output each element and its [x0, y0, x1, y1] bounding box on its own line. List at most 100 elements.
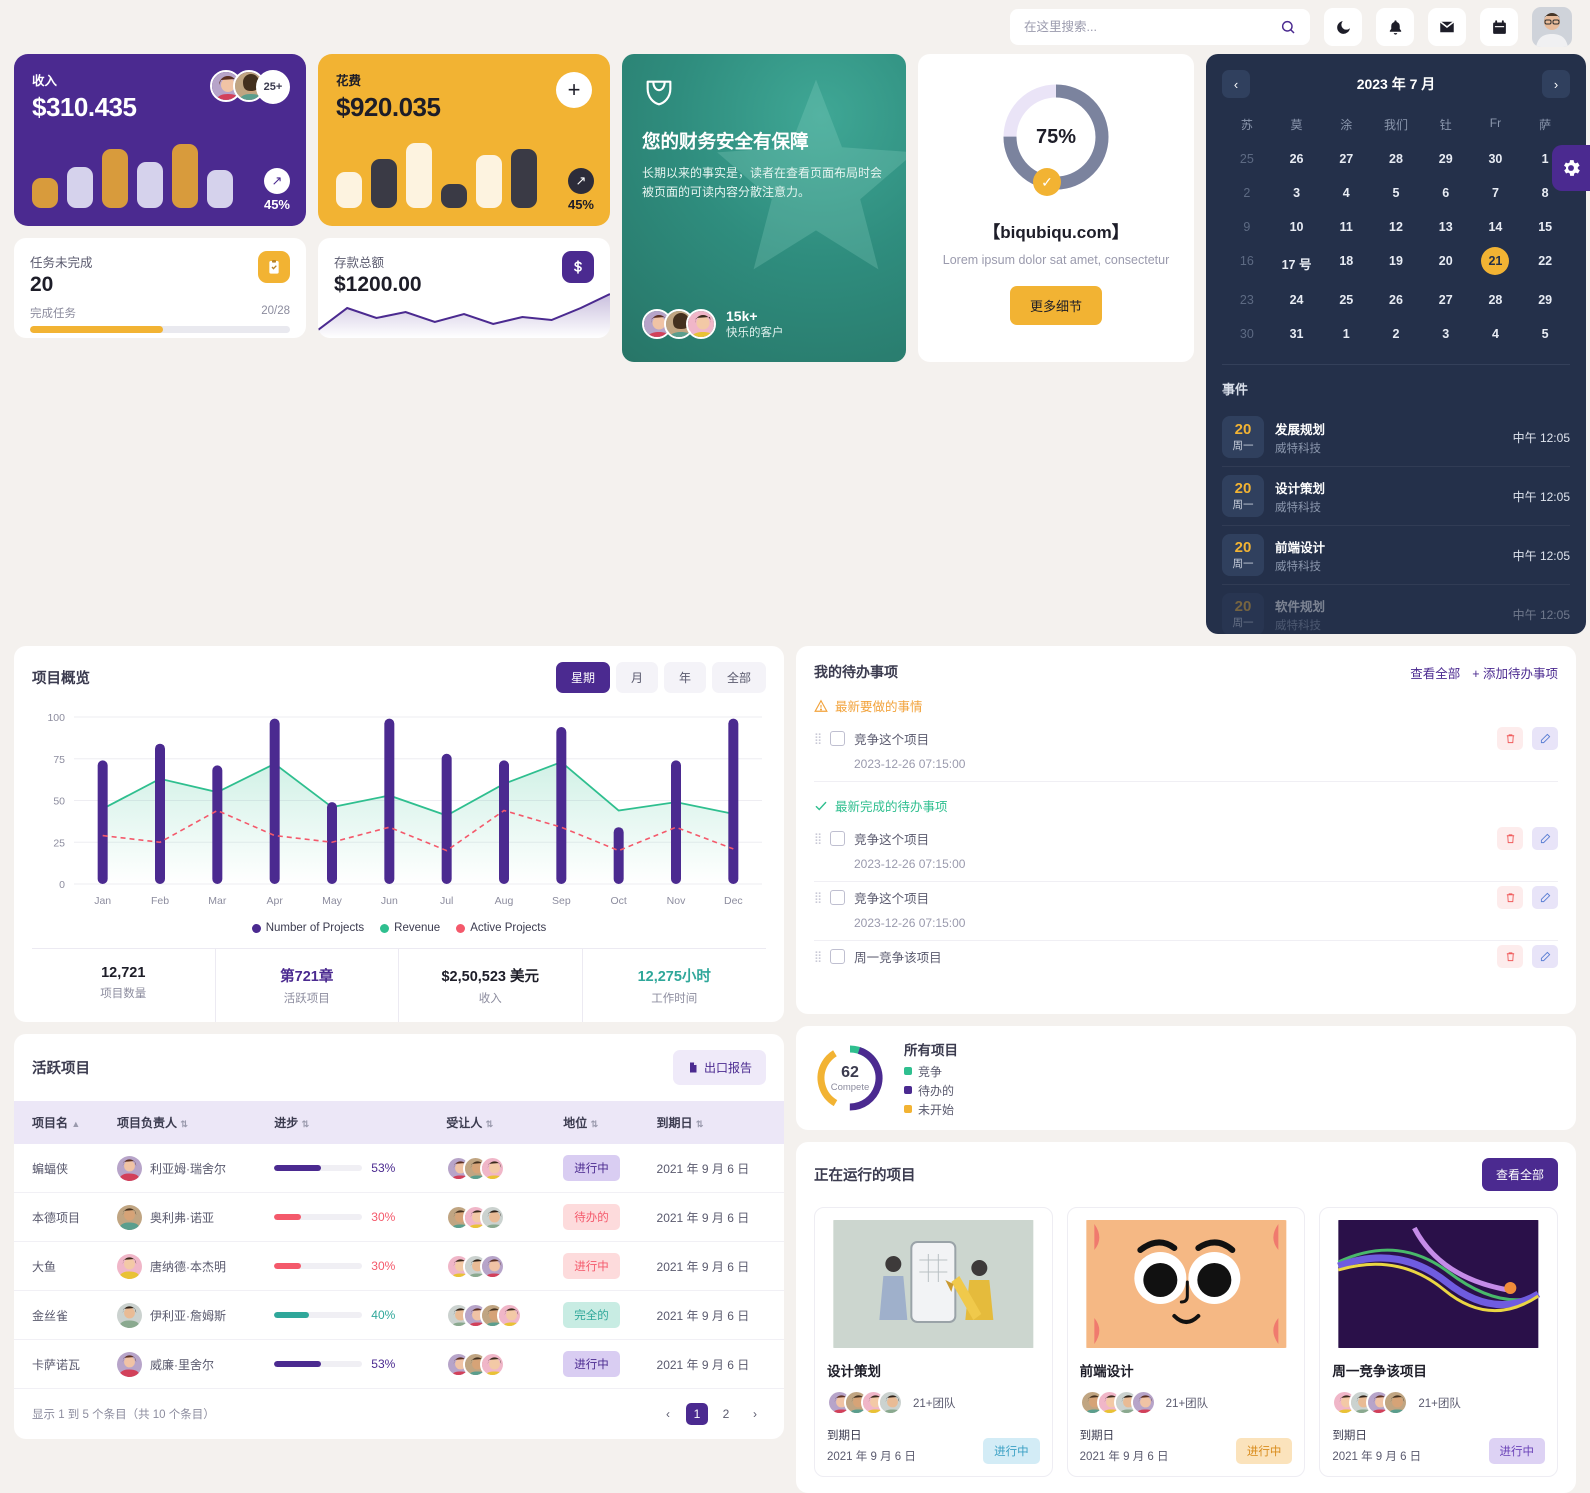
calendar-day[interactable]: 26 — [1371, 286, 1421, 314]
calendar-day[interactable]: 10 — [1272, 213, 1322, 241]
calendar-next-button[interactable]: › — [1541, 70, 1570, 98]
pagination-page[interactable]: 2 — [715, 1403, 737, 1425]
chart-tab[interactable]: 年 — [663, 662, 706, 693]
chart-tab[interactable]: 星期 — [555, 662, 610, 693]
trash-icon[interactable] — [1497, 727, 1523, 750]
pencil-icon[interactable] — [1532, 886, 1558, 909]
todo-checkbox[interactable] — [830, 831, 846, 846]
calendar-day[interactable]: 29 — [1421, 145, 1471, 173]
notifications-button[interactable] — [1376, 8, 1414, 46]
running-project-card[interactable]: 周一竞争该项目 21+团队 到期日 2021 年 9 月 6 日 进行中 — [1319, 1207, 1558, 1477]
calendar-day[interactable]: 25 — [1321, 286, 1371, 314]
revenue-avatar-stack[interactable]: 25+ — [210, 70, 290, 104]
calendar-day[interactable]: 21 — [1481, 247, 1510, 275]
calendar-day[interactable]: 27 — [1421, 286, 1471, 314]
table-column-header[interactable]: 项目名 ▲ — [14, 1101, 107, 1144]
table-row[interactable]: 蝙蝠侠 利亚姆·瑞舍尔 53% 进行中 2021 年 9 月 6 日 — [14, 1144, 784, 1193]
more-details-button[interactable]: 更多细节 — [1009, 285, 1102, 325]
table-column-header[interactable]: 地位 ⇅ — [553, 1101, 646, 1144]
calendar-day[interactable]: 11 — [1321, 213, 1371, 241]
calendar-grid[interactable]: 苏莫涂我们钍 Fr 萨 25 26 27 28 29 30 1 2 3 4 5 6 7 8 9 10 11 12 13 14… — [1222, 110, 1570, 348]
calendar-day[interactable]: 2 — [1371, 320, 1421, 348]
calendar-day[interactable]: 30 — [1222, 320, 1272, 348]
calendar-day[interactable]: 3 — [1272, 179, 1322, 207]
running-view-all-button[interactable]: 查看全部 — [1481, 1158, 1558, 1191]
calendar-day[interactable]: 16 — [1222, 247, 1272, 280]
messages-button[interactable] — [1428, 8, 1466, 46]
todo-item[interactable]: ⣿ 竞争这个项目 — [814, 882, 1558, 913]
calendar-day[interactable]: 6 — [1421, 179, 1471, 207]
calendar-day[interactable]: 5 — [1371, 179, 1421, 207]
todo-item[interactable]: ⣿ 周一竞争该项目 — [814, 941, 1558, 972]
export-report-button[interactable]: 出口报告 — [672, 1050, 766, 1085]
table-column-header[interactable]: 受让人 ⇅ — [436, 1101, 553, 1144]
calendar-day[interactable]: 7 — [1471, 179, 1521, 207]
user-avatar[interactable] — [1532, 7, 1572, 47]
calendar-day[interactable]: 5 — [1520, 320, 1570, 348]
table-row[interactable]: 本德项目 奥利弗·诺亚 30% 待办的 2021 年 9 月 6 日 — [14, 1192, 784, 1242]
todo-checkbox[interactable] — [830, 731, 846, 746]
trash-icon[interactable] — [1497, 827, 1523, 850]
calendar-day[interactable]: 19 — [1371, 247, 1421, 280]
running-project-card[interactable]: 前端设计 21+团队 到期日 2021 年 9 月 6 日 进行中 — [1066, 1207, 1306, 1477]
drag-handle-icon[interactable]: ⣿ — [814, 950, 822, 963]
pagination-next[interactable]: › — [744, 1403, 766, 1425]
pencil-icon[interactable] — [1532, 945, 1558, 968]
calendar-day[interactable]: 15 — [1520, 213, 1570, 241]
todo-add-link[interactable]: + 添加待办事项 — [1472, 663, 1558, 682]
calendar-day[interactable]: 14 — [1471, 213, 1521, 241]
calendar-event-row[interactable]: 20 周一 软件规划 威特科技 中午 12:05 — [1222, 585, 1570, 634]
drag-handle-icon[interactable]: ⣿ — [814, 891, 822, 904]
table-row[interactable]: 金丝雀 伊利亚·詹姆斯 40% 完全的 2021 年 9 月 6 日 — [14, 1290, 784, 1340]
calendar-day[interactable]: 3 — [1421, 320, 1471, 348]
calendar-prev-button[interactable]: ‹ — [1222, 70, 1250, 98]
calendar-day[interactable]: 17 号 — [1272, 247, 1322, 280]
pencil-icon[interactable] — [1532, 727, 1558, 750]
calendar-day[interactable]: 29 — [1520, 286, 1570, 314]
calendar-day[interactable]: 28 — [1471, 286, 1521, 314]
calendar-day[interactable]: 2 — [1222, 179, 1272, 207]
todo-checkbox[interactable] — [830, 890, 846, 905]
calendar-event-row[interactable]: 20 周一 发展规划 威特科技 中午 12:05 — [1222, 408, 1570, 467]
calendar-day[interactable]: 25 — [1222, 145, 1272, 173]
drag-handle-icon[interactable]: ⣿ — [814, 832, 822, 845]
table-head-row[interactable]: 项目名 ▲ 项目负责人 ⇅ 进步 ⇅ 受让人 ⇅ 地位 ⇅ 到期日 ⇅ — [14, 1101, 784, 1144]
calendar-day[interactable]: 18 — [1321, 247, 1371, 280]
calendar-day[interactable]: 30 — [1471, 145, 1521, 173]
calendar-event-row[interactable]: 20 周一 设计策划 威特科技 中午 12:05 — [1222, 467, 1570, 526]
calendar-day[interactable]: 31 — [1272, 320, 1322, 348]
chart-tab[interactable]: 全部 — [711, 662, 766, 693]
pagination-prev[interactable]: ‹ — [657, 1403, 679, 1425]
calendar-day[interactable]: 23 — [1222, 286, 1272, 314]
calendar-day[interactable]: 24 — [1272, 286, 1322, 314]
calendar-day[interactable]: 27 — [1321, 145, 1371, 173]
trash-icon[interactable] — [1497, 945, 1523, 968]
table-row[interactable]: 卡萨诺瓦 威廉·里舍尔 53% 进行中 2021 年 9 月 6 日 — [14, 1339, 784, 1389]
table-column-header[interactable]: 到期日 ⇅ — [647, 1101, 784, 1144]
calendar-button[interactable] — [1480, 8, 1518, 46]
search-box[interactable] — [1010, 9, 1310, 45]
calendar-event-row[interactable]: 20 周一 前端设计 威特科技 中午 12:05 — [1222, 526, 1570, 585]
calendar-day[interactable]: 13 — [1421, 213, 1471, 241]
search-input[interactable] — [1024, 20, 1280, 34]
todo-item[interactable]: ⣿ 竞争这个项目 — [814, 823, 1558, 854]
pagination-page[interactable]: 1 — [686, 1403, 708, 1425]
calendar-day[interactable]: 26 — [1272, 145, 1322, 173]
calendar-day[interactable]: 4 — [1321, 179, 1371, 207]
drag-handle-icon[interactable]: ⣿ — [814, 732, 822, 745]
calendar-day[interactable]: 28 — [1371, 145, 1421, 173]
calendar-day[interactable]: 1 — [1321, 320, 1371, 348]
calendar-day[interactable]: 22 — [1520, 247, 1570, 280]
calendar-day[interactable]: 4 — [1471, 320, 1521, 348]
calendar-day[interactable]: 20 — [1421, 247, 1471, 280]
chart-range-tabs[interactable]: 星期月年全部 — [555, 662, 766, 693]
dark-mode-toggle[interactable] — [1324, 8, 1362, 46]
table-pagination[interactable]: ‹ 1 2 › — [657, 1403, 766, 1425]
pencil-icon[interactable] — [1532, 827, 1558, 850]
chart-tab[interactable]: 月 — [615, 662, 658, 693]
running-project-card[interactable]: 设计策划 21+团队 到期日 2021 年 9 月 6 日 进行中 — [814, 1207, 1053, 1477]
todo-checkbox[interactable] — [830, 949, 846, 964]
table-column-header[interactable]: 进步 ⇅ — [264, 1101, 436, 1144]
todo-view-all-link[interactable]: 查看全部 — [1410, 663, 1460, 682]
table-row[interactable]: 大鱼 唐纳德·本杰明 30% 进行中 2021 年 9 月 6 日 — [14, 1241, 784, 1291]
